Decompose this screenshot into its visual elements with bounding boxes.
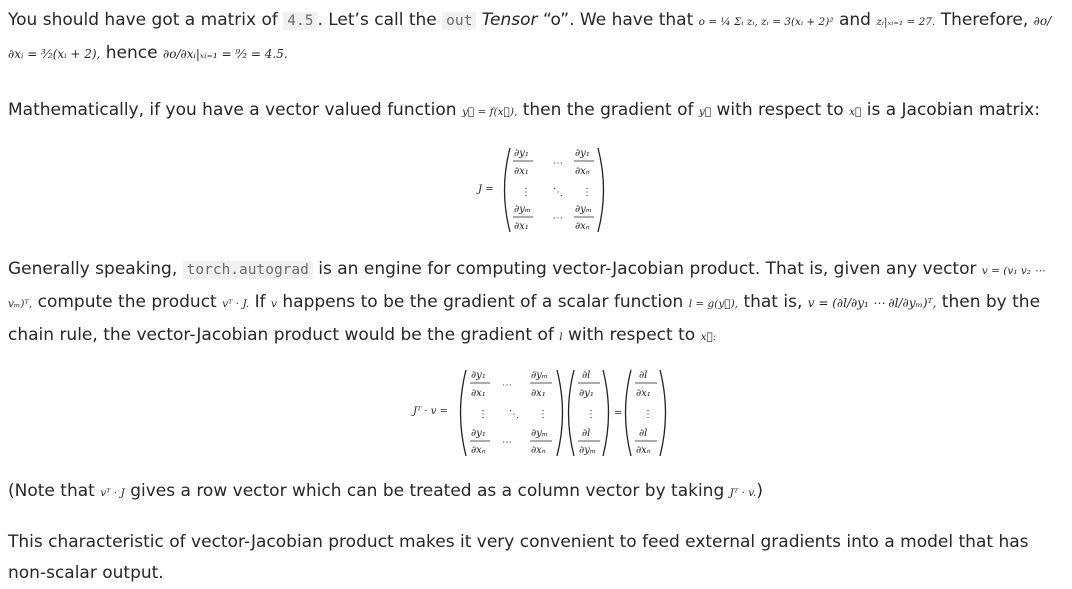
vdots: ⋮ [521,187,531,198]
text: compute the product [37,292,217,312]
cell-den: ∂yₘ [579,445,596,456]
jacobian-matrix-svg: J = ∂y₁ ∂x₁ ⋯ ∂y₁ ∂xₙ ⋮ ⋱ ⋮ ∂yₘ ∂x₁ ⋯ ∂y… [476,147,605,233]
math-vt-j: vᵀ · J [100,487,125,499]
cell-num: ∂y₁ [575,148,590,159]
vdots: ⋮ [538,409,548,420]
text: is a Jacobian matrix: [866,100,1040,120]
ddots: ⋱ [509,409,519,420]
text: with respect to [716,100,844,120]
vdots: ⋮ [582,187,592,198]
math-vector-function: y⃗ = f(x⃗), [461,106,518,118]
cell-num: ∂yₘ [531,428,548,439]
math-vt-j: vᵀ · J. [222,298,250,310]
text: that is, [743,292,803,312]
math-x: x⃗: [700,331,717,343]
math-l: l [559,331,563,343]
equation-jacobian: J = ∂y₁ ∂x₁ ⋯ ∂y₁ ∂xₙ ⋮ ⋱ ⋮ ∂yₘ ∂x₁ ⋯ ∂y… [0,140,1072,240]
cell-num: ∂yₘ [514,204,531,215]
text: with respect to [568,325,696,345]
cell-num: ∂l [639,428,647,439]
cell-den: ∂x₁ [531,388,546,399]
inline-code-out: out [442,12,477,30]
text: You should have got a matrix of [8,10,278,30]
cell-num: ∂yₘ [575,204,592,215]
cell-num: ∂l [639,370,647,381]
text: gives a row vector which can be treated … [130,481,725,501]
cell-num: ∂y₁ [471,370,486,381]
hdots: ⋯ [553,158,563,169]
text: then the gradient of [522,100,694,120]
math-y: y⃗ [698,106,712,118]
text: “o”. We have that [542,10,694,30]
cell-den: ∂y₁ [579,388,594,399]
math-v: v [271,298,277,310]
vdots: ⋮ [586,409,596,420]
text-tensor: Tensor [481,10,538,30]
text: (Note that [8,481,95,501]
vjp-svg: Jᵀ · v = ∂y₁ ∂x₁ ⋯ ∂yₘ ∂x₁ ⋮ ⋱ ⋮ ∂y₁ ∂xₙ… [411,369,667,457]
text: is an engine for computing vector-Jacobi… [318,259,977,279]
paragraph-output-value: You should have got a matrix of 4.5. Let… [8,5,1066,70]
text: Mathematically, if you have a vector val… [8,100,457,120]
text: . Let’s call the [317,10,437,30]
cell-den: ∂xₙ [471,445,486,456]
math-o-definition: o = ¼ Σᵢ zᵢ, zᵢ = 3(xᵢ + 2)² [698,16,834,28]
equals-sign: = [614,408,622,419]
document-page: You should have got a matrix of 4.5. Let… [0,0,1072,588]
cell-den: ∂x₁ [514,166,529,177]
hdots: ⋯ [502,437,512,448]
cell-num: ∂yₘ [531,370,548,381]
cell-den: ∂x₁ [471,388,486,399]
inline-code-autograd: torch.autograd [182,261,313,279]
math-v-definition: v = (∂l/∂y₁ ⋯ ∂l/∂yₘ)ᵀ, [807,296,937,310]
text: If [254,292,266,312]
cell-den: ∂x₁ [514,221,529,232]
cell-num: ∂l [582,428,590,439]
cell-num: ∂l [582,370,590,381]
cell-den: ∂xₙ [575,166,590,177]
left-paren [503,147,511,233]
paragraph-jacobian-intro: Mathematically, if you have a vector val… [8,95,1066,128]
vdots: ⋮ [643,409,653,420]
math-z-value: zᵢ|ₓᵢ₌₁ = 27. [876,16,936,28]
math-jt-v: Jᵀ · v. [729,487,757,499]
cell-den: ∂xₙ [575,221,590,232]
cell-num: ∂y₁ [471,428,486,439]
vdots: ⋮ [478,409,488,420]
cell-den: ∂x₁ [636,388,651,399]
text: Generally speaking, [8,259,178,279]
hdots: ⋯ [502,380,512,391]
math-l-function: l = g(y⃗), [688,298,739,310]
text: hence [105,43,158,63]
vjp-lhs: Jᵀ · v = [411,406,448,417]
cell-den: ∂xₙ [531,445,546,456]
text: Therefore, [940,10,1029,30]
ddots: ⋱ [553,187,563,198]
cell-num: ∂y₁ [514,148,529,159]
paragraph-note: (Note that vᵀ · J gives a row vector whi… [8,476,1066,509]
text: ) [756,481,763,501]
cell-den: ∂xₙ [636,445,651,456]
text: happens to be the gradient of a scalar f… [282,292,684,312]
paragraph-characteristic: This characteristic of vector-Jacobian p… [8,527,1066,589]
math-do-dx-value: ∂o/∂xᵢ|ₓᵢ₌₁ = ⁹⁄₂ = 4.5. [163,47,288,61]
inline-code-value: 4.5 [283,12,318,30]
paragraph-autograd: Generally speaking, torch.autograd is an… [8,254,1066,353]
math-x: x⃗ [849,106,862,118]
jacobian-lhs: J = [476,184,494,195]
hdots: ⋯ [553,213,563,224]
equation-vjp: Jᵀ · v = ∂y₁ ∂x₁ ⋯ ∂yₘ ∂x₁ ⋮ ⋱ ⋮ ∂y₁ ∂xₙ… [0,364,1072,464]
text: and [838,10,871,30]
text: This characteristic of vector-Jacobian p… [8,532,1029,583]
right-paren [597,147,605,233]
